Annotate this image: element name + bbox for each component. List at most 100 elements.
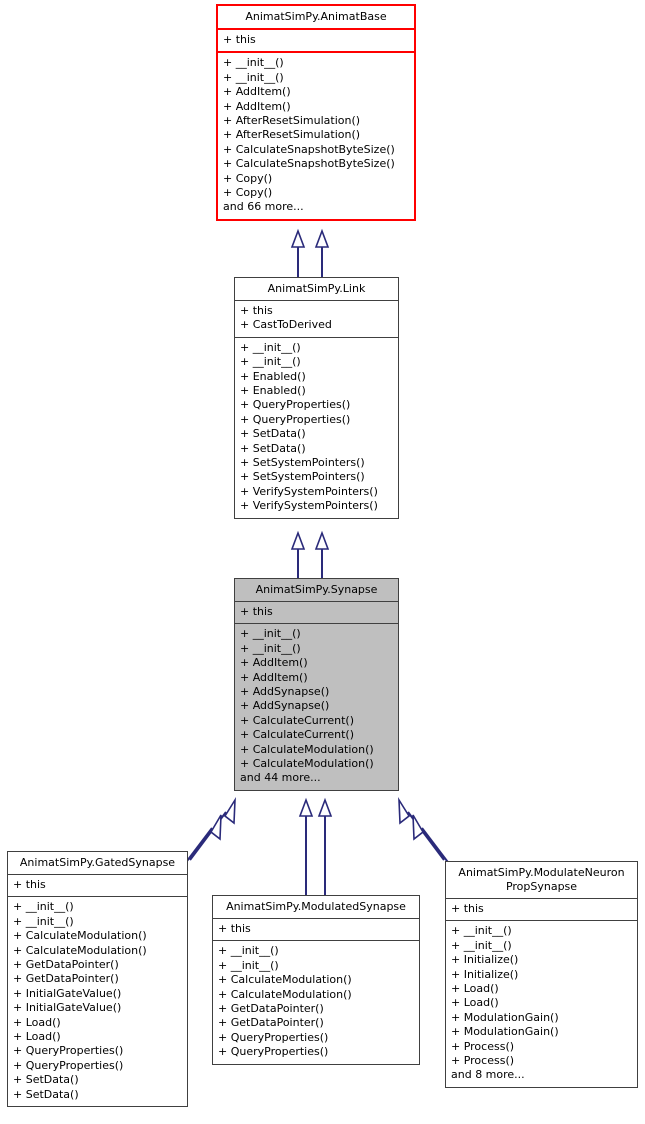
class-method: + __init__() bbox=[240, 627, 301, 641]
class-method: + CalculateModulation() bbox=[240, 757, 374, 771]
class-attribute: + this bbox=[218, 922, 251, 935]
class-attributes-synapse: + this bbox=[235, 602, 398, 623]
class-method: + AddSynapse() bbox=[240, 699, 330, 713]
class-box-link[interactable]: AnimatSimPy.Link + this + CastToDerived … bbox=[234, 277, 399, 519]
class-method: + GetDataPointer() bbox=[218, 1002, 324, 1016]
class-attributes-animatbase: + this bbox=[218, 30, 414, 51]
class-method: + __init__() bbox=[240, 355, 301, 369]
class-attributes-modulateneuronpropsynapse: + this bbox=[446, 899, 637, 920]
class-attributes-modulatedsynapse: + this bbox=[213, 919, 419, 940]
class-method: + SetSystemPointers() bbox=[240, 456, 365, 470]
edge-modulatedsynapse-to-synapse-1 bbox=[298, 797, 314, 895]
class-attribute: + this bbox=[223, 33, 256, 46]
class-method: + CalculateSnapshotByteSize() bbox=[223, 142, 395, 156]
class-method: + Enabled() bbox=[240, 369, 306, 383]
class-method: + AddSynapse() bbox=[240, 685, 330, 699]
class-box-modulateneuronpropsynapse[interactable]: AnimatSimPy.ModulateNeuron PropSynapse +… bbox=[445, 861, 638, 1088]
class-attribute: + CastToDerived bbox=[240, 318, 332, 332]
class-method: + ModulationGain() bbox=[451, 1025, 559, 1039]
class-method: + QueryProperties() bbox=[13, 1044, 124, 1058]
class-method: + __init__() bbox=[240, 641, 301, 655]
class-method: + __init__() bbox=[451, 924, 512, 938]
class-method: + CalculateModulation() bbox=[13, 929, 147, 943]
class-methods-modulatedsynapse: + __init__() + __init__() + CalculateMod… bbox=[213, 941, 419, 1063]
class-method: + QueryProperties() bbox=[218, 1045, 329, 1059]
class-method: + SetData() bbox=[13, 1087, 79, 1101]
class-method: + InitialGateValue() bbox=[13, 986, 122, 1000]
class-method: + Initialize() bbox=[451, 953, 519, 967]
class-method: + Load() bbox=[451, 996, 499, 1010]
class-methods-link: + __init__() + __init__() + Enabled() + … bbox=[235, 338, 398, 518]
class-method: + VerifySystemPointers() bbox=[240, 499, 378, 513]
class-method: + Initialize() bbox=[451, 967, 519, 981]
class-method: + QueryProperties() bbox=[240, 412, 351, 426]
class-method: + __init__() bbox=[223, 70, 284, 84]
edge-synapse-to-link-1 bbox=[290, 530, 306, 578]
class-attribute: + this bbox=[13, 878, 46, 891]
class-attribute: + this bbox=[240, 304, 273, 317]
class-name-synapse: AnimatSimPy.Synapse bbox=[255, 583, 378, 596]
class-name-modulatedsynapse: AnimatSimPy.ModulatedSynapse bbox=[226, 900, 406, 913]
class-method: + Load() bbox=[451, 982, 499, 996]
class-box-animatbase[interactable]: AnimatSimPy.AnimatBase + this + __init__… bbox=[216, 4, 416, 221]
class-methods-animatbase: + __init__() + __init__() + AddItem() + … bbox=[218, 53, 414, 218]
class-method: + __init__() bbox=[218, 958, 279, 972]
class-method: + Copy() bbox=[223, 186, 273, 200]
class-method: + QueryProperties() bbox=[13, 1058, 124, 1072]
class-box-synapse[interactable]: AnimatSimPy.Synapse + this + __init__() … bbox=[234, 578, 399, 791]
class-method: + InitialGateValue() bbox=[13, 1001, 122, 1015]
edge-modulateneuronpropsynapse-to-synapse-1 bbox=[398, 797, 445, 861]
class-more-label: and 66 more... bbox=[223, 200, 304, 214]
class-methods-synapse: + __init__() + __init__() + AddItem() + … bbox=[235, 624, 398, 789]
class-method: + __init__() bbox=[223, 56, 284, 70]
class-method: + GetDataPointer() bbox=[218, 1016, 324, 1030]
class-name-link: AnimatSimPy.Link bbox=[267, 282, 366, 295]
class-attributes-gatedsynapse: + this bbox=[8, 875, 187, 896]
class-method: + AddItem() bbox=[240, 670, 308, 684]
class-method: + CalculateModulation() bbox=[218, 973, 352, 987]
edge-link-to-animatbase-1 bbox=[290, 228, 306, 277]
class-method: + ModulationGain() bbox=[451, 1010, 559, 1024]
class-attribute: + this bbox=[240, 605, 273, 618]
class-more-label: and 8 more... bbox=[451, 1068, 525, 1082]
class-method: + Copy() bbox=[223, 171, 273, 185]
class-name-gatedsynapse: AnimatSimPy.GatedSynapse bbox=[19, 856, 176, 869]
class-method: + __init__() bbox=[240, 340, 301, 354]
class-method: + __init__() bbox=[451, 938, 512, 952]
class-method: + AfterResetSimulation() bbox=[223, 114, 361, 128]
class-method: + CalculateModulation() bbox=[240, 742, 374, 756]
class-method: + Process() bbox=[451, 1039, 515, 1053]
class-method: + AddItem() bbox=[240, 656, 308, 670]
class-method: + CalculateModulation() bbox=[13, 943, 147, 957]
class-method: + AddItem() bbox=[223, 85, 291, 99]
class-method: + CalculateCurrent() bbox=[240, 713, 354, 727]
class-method: + CalculateCurrent() bbox=[240, 728, 354, 742]
edge-link-to-animatbase-2 bbox=[314, 228, 330, 277]
class-more-label: and 44 more... bbox=[240, 771, 321, 785]
edge-synapse-to-link-2 bbox=[314, 530, 330, 578]
class-method: + Enabled() bbox=[240, 384, 306, 398]
class-method: + QueryProperties() bbox=[240, 398, 351, 412]
class-method: + CalculateModulation() bbox=[218, 987, 352, 1001]
class-methods-modulateneuronpropsynapse: + __init__() + __init__() + Initialize()… bbox=[446, 921, 637, 1086]
class-attribute: + this bbox=[451, 902, 484, 915]
edge-gatedsynapse-to-synapse-1 bbox=[189, 797, 236, 861]
class-method: + __init__() bbox=[13, 914, 74, 928]
class-method: + SetData() bbox=[240, 427, 306, 441]
class-method: + AfterResetSimulation() bbox=[223, 128, 361, 142]
class-name-modulateneuronpropsynapse: AnimatSimPy.ModulateNeuron PropSynapse bbox=[458, 866, 625, 893]
class-method: + SetSystemPointers() bbox=[240, 470, 365, 484]
class-method: + QueryProperties() bbox=[218, 1030, 329, 1044]
class-methods-gatedsynapse: + __init__() + __init__() + CalculateMod… bbox=[8, 897, 187, 1106]
class-attributes-link: + this + CastToDerived bbox=[235, 301, 398, 337]
class-name-animatbase: AnimatSimPy.AnimatBase bbox=[245, 10, 387, 23]
class-box-modulatedsynapse[interactable]: AnimatSimPy.ModulatedSynapse + this + __… bbox=[212, 895, 420, 1065]
uml-inheritance-diagram: AnimatSimPy.AnimatBase + this + __init__… bbox=[0, 0, 645, 1124]
edge-modulatedsynapse-to-synapse-2 bbox=[317, 797, 333, 895]
class-method: + Load() bbox=[13, 1015, 61, 1029]
class-box-gatedsynapse[interactable]: AnimatSimPy.GatedSynapse + this + __init… bbox=[7, 851, 188, 1108]
class-method: + VerifySystemPointers() bbox=[240, 484, 378, 498]
class-method: + SetData() bbox=[240, 441, 306, 455]
class-method: + __init__() bbox=[218, 944, 279, 958]
class-method: + CalculateSnapshotByteSize() bbox=[223, 157, 395, 171]
